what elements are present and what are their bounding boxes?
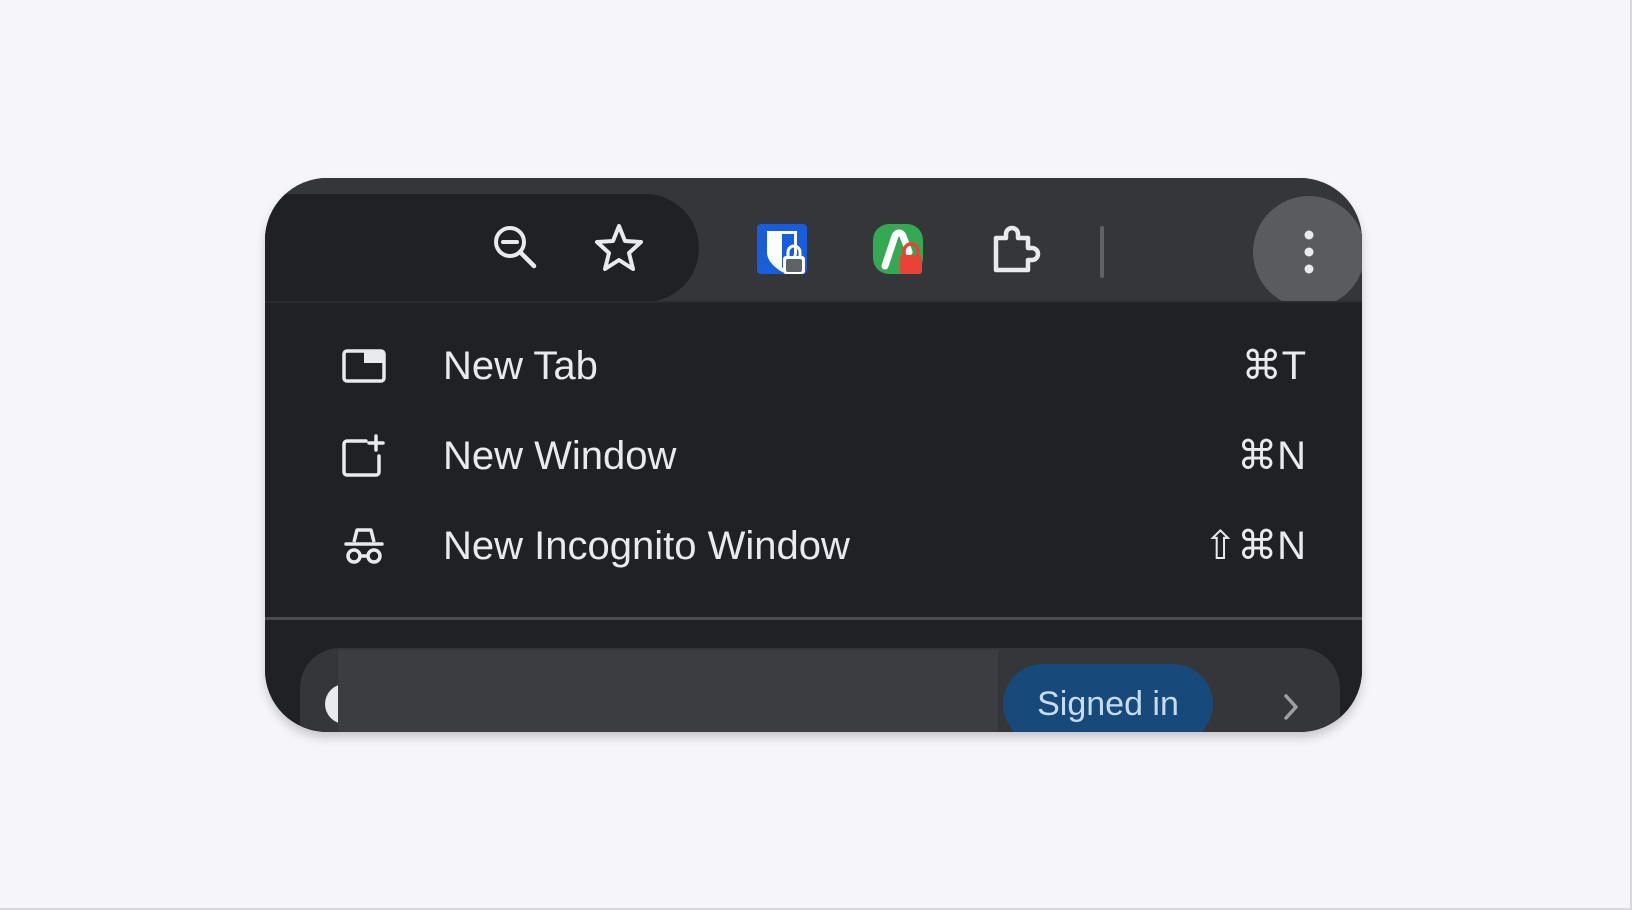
extension-green-icon[interactable] [871,222,927,278]
menu-item-new-incognito-window[interactable]: New Incognito Window ⇧⌘N [265,501,1362,591]
menu-item-shortcut: ⇧⌘N [1203,524,1306,568]
chevron-right-icon [1284,694,1298,720]
browser-app-menu: New Tab ⌘T New Window ⌘N New Incognito W… [265,303,1362,732]
profile-row[interactable]: Signed in [300,648,1340,732]
new-window-icon [342,434,386,478]
browser-toolbar [265,178,1362,308]
menu-item-label: New Window [443,434,677,478]
bookmark-star-icon[interactable] [593,222,645,274]
menu-item-shortcut: ⌘T [1241,344,1306,388]
menu-item-label: New Incognito Window [443,524,850,568]
menu-divider [265,617,1362,620]
more-vert-icon[interactable] [1253,196,1362,308]
menu-item-label: New Tab [443,344,598,388]
menu-item-new-tab[interactable]: New Tab ⌘T [265,321,1362,411]
extensions-puzzle-icon[interactable] [988,222,1044,278]
new-tab-icon [342,344,386,388]
incognito-icon [342,524,386,568]
zoom-out-icon[interactable] [490,222,542,274]
signed-in-badge: Signed in [1003,664,1213,732]
menu-item-new-window[interactable]: New Window ⌘N [265,411,1362,501]
bitwarden-icon[interactable] [755,222,811,278]
menu-item-shortcut: ⌘N [1237,434,1306,478]
profile-name-area [338,650,998,732]
browser-menu-card: New Tab ⌘T New Window ⌘N New Incognito W… [265,178,1362,732]
toolbar-separator [1100,226,1104,278]
